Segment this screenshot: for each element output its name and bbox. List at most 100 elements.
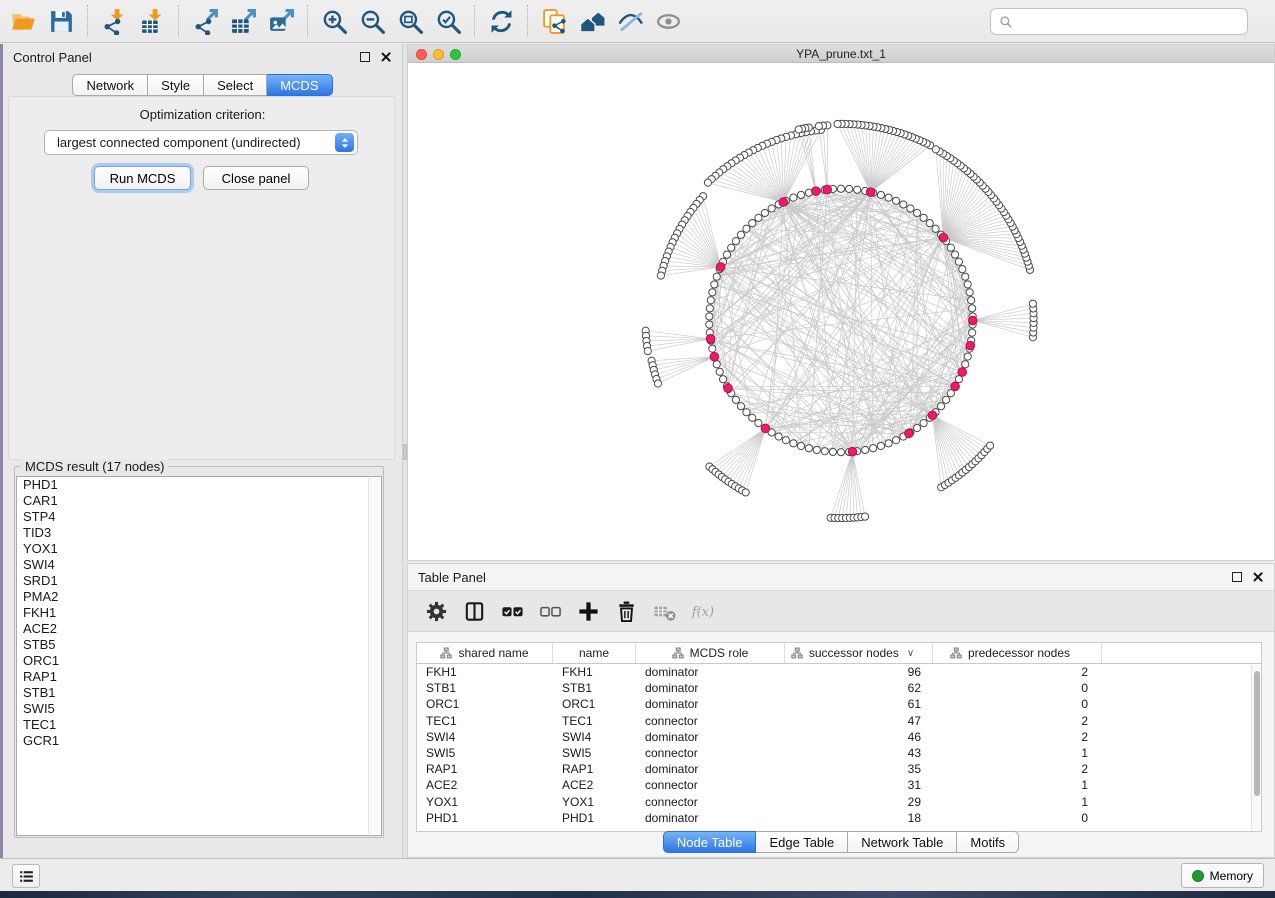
- network-hub-node[interactable]: [823, 185, 832, 194]
- zoom-selected-button[interactable]: [429, 3, 467, 39]
- network-hub-node[interactable]: [905, 429, 914, 438]
- mcds-node-item[interactable]: STB1: [17, 685, 381, 701]
- network-node[interactable]: [862, 446, 869, 453]
- network-node[interactable]: [821, 448, 828, 455]
- mcds-node-item[interactable]: SWI5: [17, 701, 381, 717]
- mcds-node-item[interactable]: ORC1: [17, 653, 381, 669]
- network-node[interactable]: [713, 273, 720, 280]
- table-options-button[interactable]: [422, 597, 451, 626]
- mcds-node-item[interactable]: TID3: [17, 525, 381, 541]
- network-hub-node[interactable]: [812, 187, 821, 196]
- table-row-STB1[interactable]: STB1STB1dominator620: [417, 680, 1261, 696]
- table-row-ACE2[interactable]: ACE2ACE2connector311: [417, 777, 1261, 793]
- zoom-in-button[interactable]: [315, 3, 353, 39]
- open-file-button[interactable]: [4, 3, 42, 39]
- network-node[interactable]: [964, 281, 971, 288]
- network-node[interactable]: [761, 209, 768, 216]
- network-node[interactable]: [920, 420, 927, 427]
- network-node[interactable]: [790, 440, 797, 447]
- deselect-all-button[interactable]: [536, 597, 565, 626]
- network-node[interactable]: [749, 220, 756, 227]
- window-maximize-icon[interactable]: [450, 49, 461, 60]
- network-node[interactable]: [969, 305, 976, 312]
- table-row-FKH1[interactable]: FKH1FKH1dominator962: [417, 664, 1261, 680]
- table-row-ORC1[interactable]: ORC1ORC1dominator610: [417, 696, 1261, 712]
- import-network-button[interactable]: [95, 3, 133, 39]
- network-node[interactable]: [711, 281, 718, 288]
- network-node[interactable]: [969, 329, 976, 336]
- tab-mcds[interactable]: MCDS: [267, 74, 332, 96]
- network-leaf-node[interactable]: [795, 126, 802, 133]
- network-node[interactable]: [870, 445, 877, 452]
- network-hub-node[interactable]: [761, 424, 770, 433]
- window-minimize-icon[interactable]: [433, 49, 444, 60]
- network-node[interactable]: [723, 251, 730, 258]
- network-node[interactable]: [743, 409, 750, 416]
- mcds-node-item[interactable]: RAP1: [17, 669, 381, 685]
- network-node[interactable]: [955, 376, 962, 383]
- column-header-successor-nodes[interactable]: successor nodes∨: [785, 643, 933, 663]
- network-node[interactable]: [737, 231, 744, 238]
- hide-selected-button[interactable]: [611, 3, 649, 39]
- network-hub-node[interactable]: [710, 353, 719, 362]
- column-header-name[interactable]: name: [553, 643, 636, 663]
- table-tab-motifs[interactable]: Motifs: [957, 831, 1019, 853]
- create-column-button[interactable]: [574, 597, 603, 626]
- save-session-button[interactable]: [42, 3, 80, 39]
- network-node[interactable]: [706, 305, 713, 312]
- network-node[interactable]: [732, 396, 739, 403]
- select-all-button[interactable]: [498, 597, 527, 626]
- network-node[interactable]: [955, 258, 962, 265]
- table-row-RAP1[interactable]: RAP1RAP1dominator352: [417, 761, 1261, 777]
- show-all-networks-button[interactable]: [573, 3, 611, 39]
- network-node[interactable]: [914, 209, 921, 216]
- mcds-node-item[interactable]: TEC1: [17, 717, 381, 733]
- network-leaf-node[interactable]: [657, 272, 664, 279]
- close-panel-icon[interactable]: [380, 51, 392, 63]
- network-node[interactable]: [892, 197, 899, 204]
- network-node[interactable]: [768, 205, 775, 212]
- mcds-node-item[interactable]: YOX1: [17, 541, 381, 557]
- network-hub-node[interactable]: [928, 411, 937, 420]
- network-leaf-node[interactable]: [986, 442, 993, 449]
- network-node[interactable]: [968, 297, 975, 304]
- network-node[interactable]: [943, 396, 950, 403]
- network-node[interactable]: [962, 273, 969, 280]
- network-node[interactable]: [885, 440, 892, 447]
- network-leaf-node[interactable]: [861, 513, 868, 520]
- mcds-node-item[interactable]: GCR1: [17, 733, 381, 749]
- mcds-node-item[interactable]: CAR1: [17, 493, 381, 509]
- run-mcds-button[interactable]: Run MCDS: [94, 166, 191, 190]
- float-table-panel-icon[interactable]: [1232, 572, 1242, 582]
- search-box[interactable]: [990, 8, 1248, 35]
- search-input[interactable]: [1019, 14, 1239, 29]
- zoom-out-button[interactable]: [353, 3, 391, 39]
- network-node[interactable]: [932, 225, 939, 232]
- network-node[interactable]: [854, 186, 861, 193]
- task-history-button[interactable]: [12, 864, 40, 888]
- import-table-button[interactable]: [133, 3, 171, 39]
- network-leaf-node[interactable]: [654, 380, 661, 387]
- network-hub-node[interactable]: [966, 341, 975, 350]
- table-row-TEC1[interactable]: TEC1TEC1connector472: [417, 713, 1261, 729]
- network-leaf-node[interactable]: [1029, 300, 1036, 307]
- mcds-node-item[interactable]: STB5: [17, 637, 381, 653]
- network-leaf-node[interactable]: [932, 146, 939, 153]
- close-panel-button[interactable]: Close panel: [203, 166, 309, 190]
- network-hub-node[interactable]: [951, 382, 960, 391]
- network-hub-node[interactable]: [958, 368, 967, 377]
- network-node[interactable]: [837, 449, 844, 456]
- network-node[interactable]: [716, 368, 723, 375]
- network-leaf-node[interactable]: [834, 120, 841, 127]
- network-node[interactable]: [713, 361, 720, 368]
- mcds-node-item[interactable]: PHD1: [17, 477, 381, 493]
- network-node[interactable]: [749, 414, 756, 421]
- network-node[interactable]: [962, 361, 969, 368]
- network-node[interactable]: [737, 403, 744, 410]
- table-row-PHD1[interactable]: PHD1PHD1dominator180: [417, 810, 1261, 826]
- table-row-SWI4[interactable]: SWI4SWI4dominator462: [417, 729, 1261, 745]
- network-node[interactable]: [755, 214, 762, 221]
- network-node[interactable]: [707, 297, 714, 304]
- column-header-MCDS-role[interactable]: MCDS role: [636, 643, 785, 663]
- tab-select[interactable]: Select: [204, 74, 267, 96]
